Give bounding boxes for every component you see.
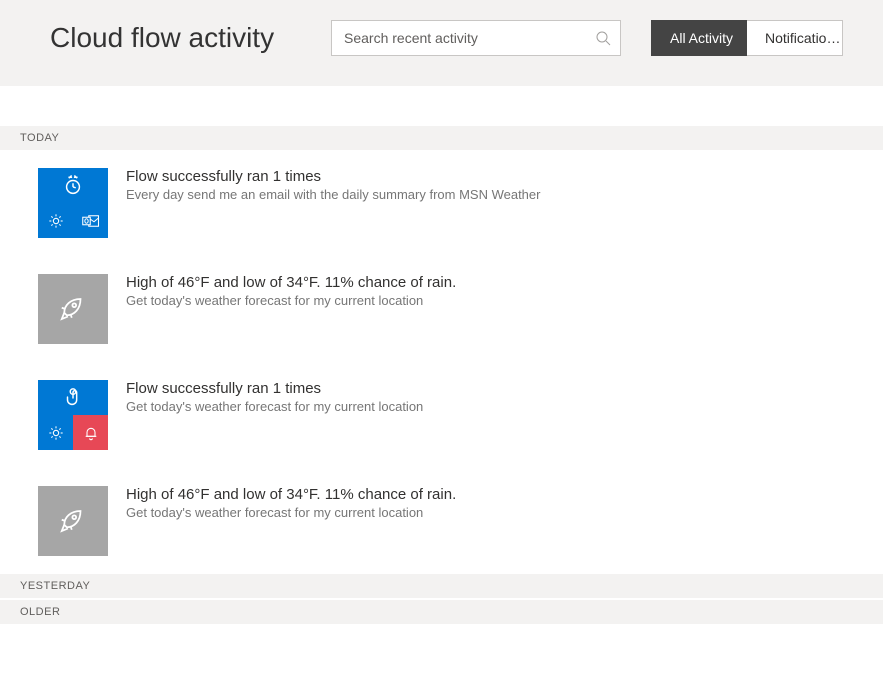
content: Today: [0, 86, 883, 624]
activity-desc: Get today's weather forecast for my curr…: [126, 399, 423, 414]
activity-thumb: [38, 486, 108, 556]
activity-text: Flow successfully ran 1 times Get today'…: [126, 380, 423, 414]
activity-item[interactable]: High of 46°F and low of 34°F. 11% chance…: [0, 468, 883, 574]
activity-thumb: [38, 274, 108, 344]
rocket-icon: [38, 274, 108, 344]
page-title: Cloud flow activity: [50, 22, 274, 54]
sun-icon: [38, 203, 73, 238]
search-input[interactable]: [331, 20, 621, 56]
activity-title: Flow successfully ran 1 times: [126, 380, 423, 397]
activity-desc: Every day send me an email with the dail…: [126, 187, 540, 202]
section-today: Today: [0, 126, 883, 150]
sun-icon: [38, 415, 73, 450]
section-yesterday: Yesterday: [0, 574, 883, 598]
activity-title: Flow successfully ran 1 times: [126, 168, 540, 185]
activity-item[interactable]: Flow successfully ran 1 times Get today'…: [0, 362, 883, 468]
activity-text: Flow successfully ran 1 times Every day …: [126, 168, 540, 202]
tab-notifications[interactable]: Notificatio…: [747, 20, 843, 56]
activity-thumb: [38, 380, 108, 450]
activity-text: High of 46°F and low of 34°F. 11% chance…: [126, 274, 456, 308]
outlook-icon: [73, 203, 108, 238]
header: Cloud flow activity All Activity Notific…: [0, 0, 883, 86]
activity-item[interactable]: High of 46°F and low of 34°F. 11% chance…: [0, 256, 883, 362]
activity-text: High of 46°F and low of 34°F. 11% chance…: [126, 486, 456, 520]
activity-title: High of 46°F and low of 34°F. 11% chance…: [126, 486, 456, 503]
activity-item[interactable]: Flow successfully ran 1 times Every day …: [0, 150, 883, 256]
activity-desc: Get today's weather forecast for my curr…: [126, 293, 456, 308]
tab-all-activity[interactable]: All Activity: [651, 20, 747, 56]
search-wrapper: [331, 20, 621, 56]
bell-icon: [73, 415, 108, 450]
section-older: Older: [0, 600, 883, 624]
rocket-icon: [38, 486, 108, 556]
activity-title: High of 46°F and low of 34°F. 11% chance…: [126, 274, 456, 291]
activity-desc: Get today's weather forecast for my curr…: [126, 505, 456, 520]
activity-thumb: [38, 168, 108, 238]
clock-icon: [38, 168, 108, 203]
touch-icon: [38, 380, 108, 415]
activity-tabs: All Activity Notificatio…: [651, 20, 843, 56]
